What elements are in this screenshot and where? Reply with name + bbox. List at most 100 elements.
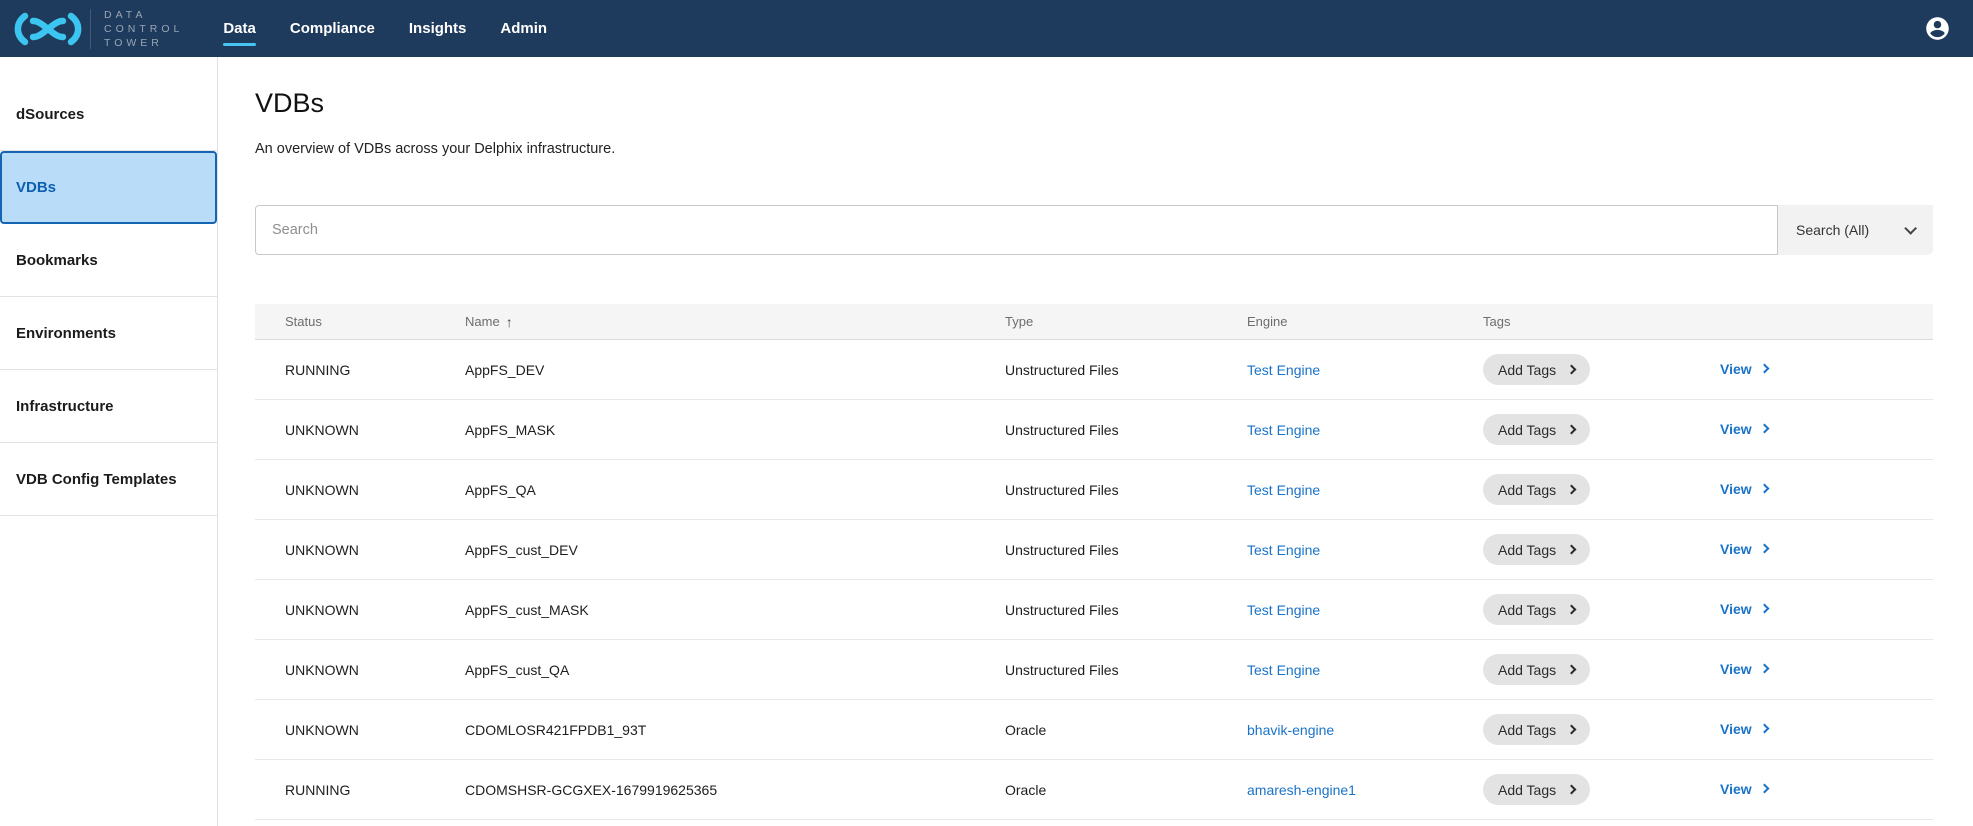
sidebar-item-vdb-config-templates[interactable]: VDB Config Templates (0, 443, 217, 516)
dct-logo-icon (12, 8, 84, 50)
table-row: UNKNOWN CDOMLOSR421FPDB1_93T Oracle bhav… (255, 700, 1933, 760)
nav-item-compliance[interactable]: Compliance (290, 0, 375, 57)
tags-cell: Add Tags (1483, 654, 1720, 685)
nav-item-data[interactable]: Data (223, 0, 256, 57)
view-link[interactable]: View (1720, 361, 1768, 377)
sidebar-item-bookmarks[interactable]: Bookmarks (0, 224, 217, 297)
add-tags-button[interactable]: Add Tags (1483, 594, 1590, 625)
status-cell: UNKNOWN (285, 482, 465, 498)
table-row: UNKNOWN AppFS_MASK Unstructured Files Te… (255, 400, 1933, 460)
name-cell: CDOMSHSR-GCGXEX-1679919625365 (465, 782, 1005, 798)
view-link[interactable]: View (1720, 541, 1768, 557)
add-tags-button[interactable]: Add Tags (1483, 714, 1590, 745)
chevron-right-icon (1567, 425, 1577, 435)
brand-wordmark: DATA CONTROL TOWER (104, 8, 183, 50)
add-tags-button[interactable]: Add Tags (1483, 654, 1590, 685)
add-tags-button[interactable]: Add Tags (1483, 474, 1590, 505)
column-header-engine: Engine (1247, 314, 1483, 329)
engine-link[interactable]: bhavik-engine (1247, 722, 1483, 738)
column-header-tags: Tags (1483, 314, 1720, 329)
tags-cell: Add Tags (1483, 594, 1720, 625)
engine-link[interactable]: Test Engine (1247, 482, 1483, 498)
table-row: UNKNOWN AppFS_cust_MASK Unstructured Fil… (255, 580, 1933, 640)
logo-divider (90, 9, 91, 49)
add-tags-button[interactable]: Add Tags (1483, 414, 1590, 445)
chevron-right-icon (1567, 485, 1577, 495)
wordmark-line: CONTROL (104, 22, 183, 36)
status-cell: UNKNOWN (285, 602, 465, 618)
view-cell: View (1720, 541, 1933, 559)
type-cell: Unstructured Files (1005, 602, 1247, 618)
table-row: UNKNOWN AppFS_cust_QA Unstructured Files… (255, 640, 1933, 700)
chevron-down-icon (1904, 222, 1917, 235)
add-tags-button[interactable]: Add Tags (1483, 534, 1590, 565)
view-link[interactable]: View (1720, 661, 1768, 677)
view-cell: View (1720, 661, 1933, 679)
name-cell: AppFS_DEV (465, 362, 1005, 378)
status-cell: UNKNOWN (285, 542, 465, 558)
engine-link[interactable]: Test Engine (1247, 542, 1483, 558)
table-row: RUNNING AppFS_DEV Unstructured Files Tes… (255, 340, 1933, 400)
view-link[interactable]: View (1720, 781, 1768, 797)
page-layout: dSourcesVDBsBookmarksEnvironmentsInfrast… (0, 57, 1973, 826)
tags-cell: Add Tags (1483, 774, 1720, 805)
nav-item-insights[interactable]: Insights (409, 0, 467, 57)
status-cell: UNKNOWN (285, 662, 465, 678)
top-bar: DATA CONTROL TOWER Data Compliance Insight… (0, 0, 1973, 57)
main-content: VDBs An overview of VDBs across your Del… (218, 57, 1973, 826)
chevron-right-icon (1759, 544, 1769, 554)
table-header-row: Status Name ↑ Type Engine Tags (255, 304, 1933, 340)
status-cell: UNKNOWN (285, 422, 465, 438)
type-cell: Unstructured Files (1005, 422, 1247, 438)
name-cell: AppFS_QA (465, 482, 1005, 498)
search-input[interactable] (255, 205, 1778, 255)
chevron-right-icon (1759, 484, 1769, 494)
tags-cell: Add Tags (1483, 474, 1720, 505)
type-cell: Unstructured Files (1005, 542, 1247, 558)
view-link[interactable]: View (1720, 481, 1768, 497)
engine-link[interactable]: Test Engine (1247, 362, 1483, 378)
tags-cell: Add Tags (1483, 534, 1720, 565)
column-header-type: Type (1005, 314, 1247, 329)
sidebar-nav: dSourcesVDBsBookmarksEnvironmentsInfrast… (0, 57, 218, 826)
view-link[interactable]: View (1720, 721, 1768, 737)
sidebar-item-vdbs[interactable]: VDBs (0, 151, 217, 224)
app-root: DATA CONTROL TOWER Data Compliance Insight… (0, 0, 1973, 826)
nav-item-admin[interactable]: Admin (500, 0, 547, 57)
view-link[interactable]: View (1720, 601, 1768, 617)
name-cell: AppFS_MASK (465, 422, 1005, 438)
column-header-name[interactable]: Name ↑ (465, 314, 1005, 330)
chevron-right-icon (1567, 665, 1577, 675)
sidebar-item-environments[interactable]: Environments (0, 297, 217, 370)
chevron-right-icon (1759, 364, 1769, 374)
tags-cell: Add Tags (1483, 354, 1720, 385)
engine-link[interactable]: amaresh-engine1 (1247, 782, 1483, 798)
search-row: Search (All) (255, 205, 1933, 255)
view-cell: View (1720, 421, 1933, 439)
add-tags-button[interactable]: Add Tags (1483, 354, 1590, 385)
account-menu-button[interactable] (1924, 15, 1951, 42)
sidebar-item-infrastructure[interactable]: Infrastructure (0, 370, 217, 443)
name-cell: AppFS_cust_QA (465, 662, 1005, 678)
search-scope-dropdown[interactable]: Search (All) (1778, 205, 1933, 255)
add-tags-button[interactable]: Add Tags (1483, 774, 1590, 805)
search-scope-label: Search (All) (1796, 222, 1869, 238)
engine-link[interactable]: Test Engine (1247, 662, 1483, 678)
sidebar-item-dsources[interactable]: dSources (0, 78, 217, 151)
status-cell: RUNNING (285, 362, 465, 378)
chevron-right-icon (1567, 605, 1577, 615)
page-title: VDBs (255, 87, 1933, 119)
brand-logo: DATA CONTROL TOWER (0, 8, 183, 50)
type-cell: Unstructured Files (1005, 482, 1247, 498)
engine-link[interactable]: Test Engine (1247, 422, 1483, 438)
name-cell: CDOMLOSR421FPDB1_93T (465, 722, 1005, 738)
primary-nav: Data Compliance Insights Admin (223, 0, 547, 57)
tags-cell: Add Tags (1483, 414, 1720, 445)
view-cell: View (1720, 781, 1933, 799)
view-link[interactable]: View (1720, 421, 1768, 437)
view-cell: View (1720, 481, 1933, 499)
chevron-right-icon (1567, 785, 1577, 795)
chevron-right-icon (1759, 724, 1769, 734)
engine-link[interactable]: Test Engine (1247, 602, 1483, 618)
chevron-right-icon (1759, 664, 1769, 674)
